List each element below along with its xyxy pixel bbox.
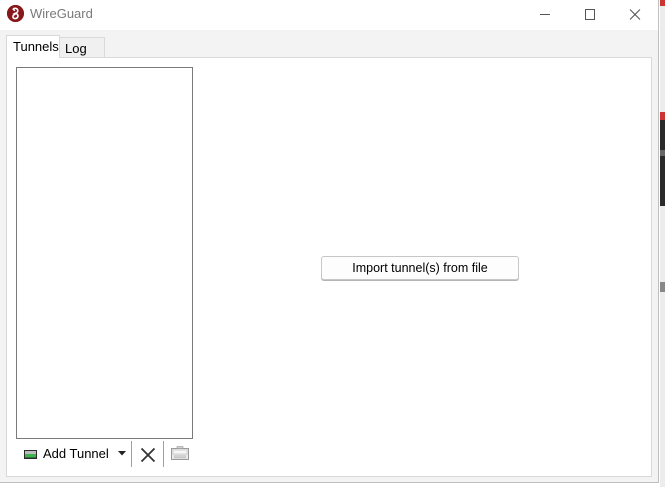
export-zip-icon [171,446,189,460]
export-tunnels-button[interactable] [171,446,191,464]
wireguard-window: WireGuard Tunnels Log Add Tunnel Import … [0,0,659,483]
background-window-edge [660,0,665,487]
maximize-icon [585,9,595,20]
import-tunnels-button[interactable]: Import tunnel(s) from file [321,256,519,280]
tab-label: Tunnels [13,39,59,54]
toolbar-separator [163,441,164,467]
chevron-down-icon[interactable] [118,451,126,456]
tab-tunnels[interactable]: Tunnels [6,35,60,58]
wireguard-logo-icon [7,5,24,22]
add-tunnel-label: Add Tunnel [43,446,109,461]
add-tunnel-icon [24,450,37,459]
close-icon [629,9,641,20]
toolbar-separator [131,441,132,467]
add-tunnel-button[interactable]: Add Tunnel [20,442,130,466]
close-button[interactable] [612,0,658,30]
close-icon [141,448,155,462]
tab-log[interactable]: Log [60,37,105,58]
maximize-button[interactable] [567,0,613,30]
window-title: WireGuard [30,6,93,21]
delete-tunnel-button[interactable] [137,444,159,466]
tunnel-list[interactable] [16,67,193,439]
tab-label: Log [65,41,87,56]
title-bar[interactable]: WireGuard [0,0,658,30]
minimize-button[interactable] [522,0,568,30]
minimize-icon [540,14,550,15]
